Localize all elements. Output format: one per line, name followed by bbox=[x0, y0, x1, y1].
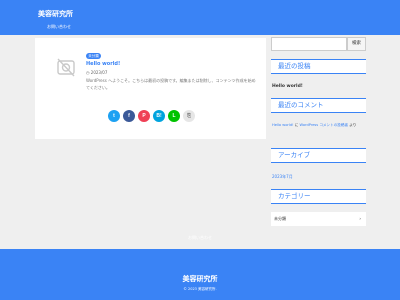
no-image-icon bbox=[57, 58, 75, 77]
footer-site-title[interactable]: 美容研究所 bbox=[0, 274, 400, 284]
copyright: © 2023 美容研究所. bbox=[183, 287, 217, 291]
twitter-icon: t bbox=[113, 113, 115, 119]
comment-author-link[interactable]: WordPress コメントの投稿者 bbox=[299, 123, 348, 127]
archive-link[interactable]: 2023年7月 bbox=[272, 174, 293, 180]
post-title[interactable]: Hello world! bbox=[86, 61, 120, 67]
comment-post-link[interactable]: Hello world! bbox=[272, 123, 294, 127]
recent-comment-item: Hello world! に WordPress コメントの投稿者 より bbox=[272, 123, 356, 128]
facebook-icon: f bbox=[128, 113, 130, 119]
copy-icon: ⎘ bbox=[186, 113, 191, 119]
post-excerpt: WordPress へようこそ。こちらは最初の投稿です。編集または削除し、コンテ… bbox=[86, 78, 256, 90]
site-footer: 美容研究所 © 2023 美容研究所. bbox=[0, 249, 400, 300]
hatena-icon: B! bbox=[156, 113, 162, 119]
archive-title: アーカイブ bbox=[271, 148, 366, 163]
copy-link-button[interactable]: ⎘ bbox=[183, 110, 195, 122]
twitter-share-button[interactable]: t bbox=[108, 110, 120, 122]
footer-nav-link-contact[interactable]: お問い合わせ bbox=[0, 235, 400, 241]
category-item-label: 未分類 bbox=[274, 216, 286, 221]
clock-icon: ◷ bbox=[86, 70, 90, 75]
pocket-icon: P bbox=[142, 113, 146, 119]
post-card[interactable]: 未分類 Hello world! ◷ 2023/07 WordPress へよう… bbox=[35, 38, 266, 139]
category-item[interactable]: 未分類 › bbox=[271, 212, 366, 226]
post-date: ◷ 2023/07 bbox=[86, 70, 107, 75]
line-icon: L bbox=[172, 113, 176, 119]
category-title: カテゴリー bbox=[271, 189, 366, 204]
category-badge[interactable]: 未分類 bbox=[86, 53, 101, 59]
pocket-share-button[interactable]: P bbox=[138, 110, 150, 122]
recent-posts-title: 最近の投稿 bbox=[271, 59, 366, 74]
nav-link-contact[interactable]: お問い合わせ bbox=[47, 24, 71, 30]
search-input[interactable] bbox=[271, 37, 347, 51]
line-share-button[interactable]: L bbox=[168, 110, 180, 122]
site-header: 美容研究所 お問い合わせ bbox=[0, 0, 400, 35]
site-title[interactable]: 美容研究所 bbox=[38, 9, 73, 19]
post-date-text: 2023/07 bbox=[90, 70, 108, 75]
hatena-share-button[interactable]: B! bbox=[153, 110, 165, 122]
search-button[interactable]: 検索 bbox=[347, 37, 366, 51]
facebook-share-button[interactable]: f bbox=[123, 110, 135, 122]
recent-post-link[interactable]: Hello world! bbox=[272, 84, 303, 89]
chevron-right-icon: › bbox=[359, 216, 361, 221]
recent-comments-title: 最近のコメント bbox=[271, 98, 366, 113]
comment-suffix: より bbox=[348, 123, 357, 127]
